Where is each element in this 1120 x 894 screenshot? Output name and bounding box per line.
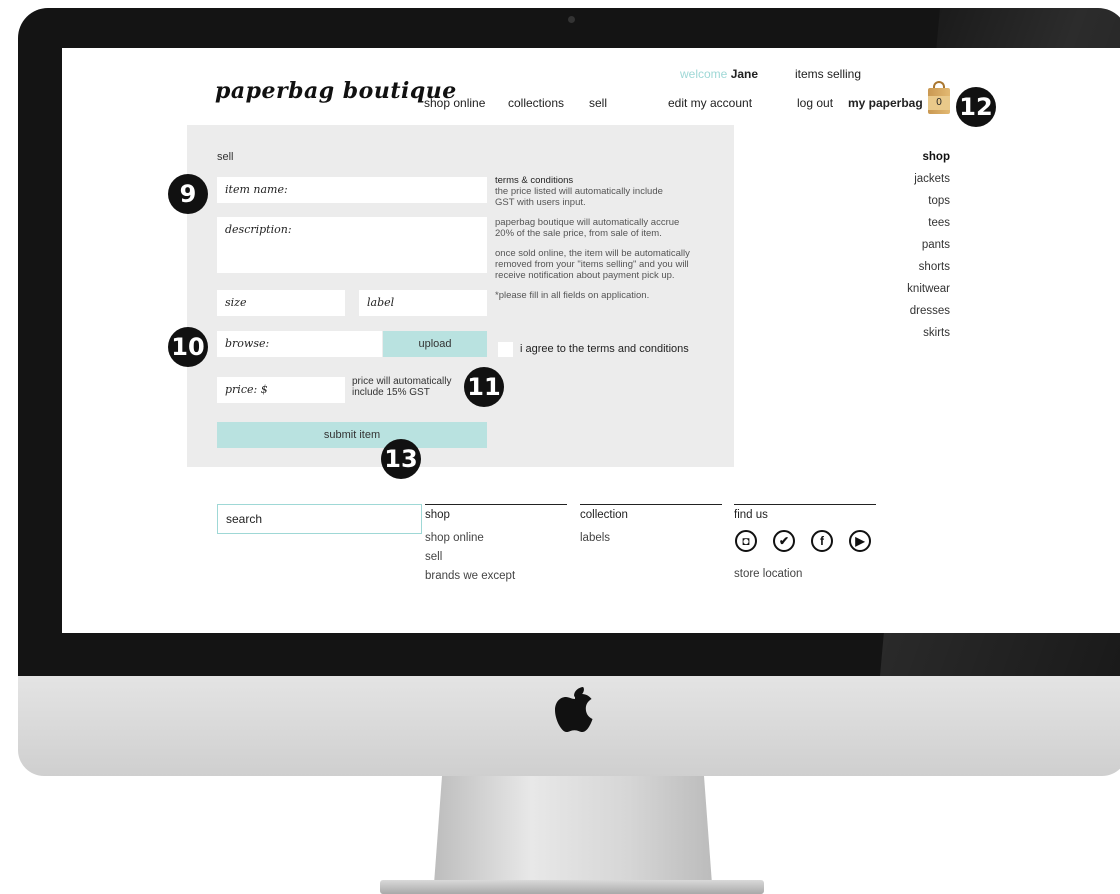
item-name-input[interactable]: item name: — [217, 177, 487, 203]
terms-line: removed from your "items selling" and yo… — [495, 259, 689, 270]
price-note-line: include 15% GST — [352, 387, 430, 398]
store-location-link[interactable]: store location — [734, 568, 802, 580]
callout-badge: 11 — [464, 367, 504, 407]
callout-badge: 10 — [168, 327, 208, 367]
terms-block: terms & conditions the price listed will… — [495, 175, 725, 301]
sidebar-item-shorts[interactable]: shorts — [862, 261, 950, 273]
callout-badge: 12 — [956, 87, 996, 127]
footer-divider — [580, 504, 722, 505]
sidebar-item-pants[interactable]: pants — [862, 239, 950, 251]
welcome-text: welcome Jane — [680, 67, 758, 81]
items-selling-link[interactable]: items selling — [795, 67, 861, 81]
apple-logo-icon — [553, 683, 597, 735]
youtube-icon[interactable]: ▶ — [849, 530, 871, 552]
terms-line: *please fill in all fields on applicatio… — [495, 290, 650, 301]
footer-divider — [425, 504, 567, 505]
footer-link-brands[interactable]: brands we except — [425, 570, 515, 582]
footer-collection-title: collection — [580, 509, 628, 521]
camera-icon — [568, 16, 575, 23]
footer-link-labels[interactable]: labels — [580, 532, 610, 544]
screen: paperbag boutique shop online collection… — [62, 48, 1120, 633]
instagram-icon[interactable]: ◘ — [735, 530, 757, 552]
agree-label[interactable]: i agree to the terms and conditions — [520, 343, 689, 355]
callout-badge: 9 — [168, 174, 208, 214]
twitter-icon[interactable]: ✔ — [773, 530, 795, 552]
monitor-stand-base — [380, 880, 764, 894]
footer-divider — [734, 504, 876, 505]
description-input[interactable]: description: — [217, 217, 487, 273]
sell-heading: sell — [217, 151, 234, 163]
terms-line: paperbag boutique will automatically acc… — [495, 217, 680, 228]
log-out-link[interactable]: log out — [797, 96, 833, 110]
sidebar-item-tees[interactable]: tees — [862, 217, 950, 229]
price-note-line: price will automatically — [352, 376, 452, 387]
edit-account-link[interactable]: edit my account — [668, 96, 752, 110]
welcome-prefix: welcome — [680, 67, 728, 81]
callout-badge: 13 — [381, 439, 421, 479]
terms-line: receive notification about payment pick … — [495, 270, 675, 281]
terms-line: the price listed will automatically incl… — [495, 186, 663, 197]
sidebar-title[interactable]: shop — [862, 151, 950, 163]
upload-button[interactable]: upload — [383, 331, 487, 357]
price-input[interactable]: price: $ — [217, 377, 345, 403]
nav-collections[interactable]: collections — [508, 96, 564, 110]
terms-title: terms & conditions — [495, 175, 574, 186]
sidebar-item-skirts[interactable]: skirts — [862, 327, 950, 339]
footer-link-sell[interactable]: sell — [425, 551, 442, 563]
label-input[interactable]: label — [359, 290, 487, 316]
facebook-icon[interactable]: f — [811, 530, 833, 552]
nav-shop-online[interactable]: shop online — [424, 96, 485, 110]
user-name: Jane — [730, 67, 759, 81]
sidebar-item-knitwear[interactable]: knitwear — [862, 283, 950, 295]
sidebar-item-dresses[interactable]: dresses — [862, 305, 950, 317]
footer-link-shop-online[interactable]: shop online — [425, 532, 484, 544]
browse-input[interactable]: browse: — [217, 331, 382, 357]
my-paperbag-link[interactable]: my paperbag — [848, 96, 923, 110]
sidebar-item-jackets[interactable]: jackets — [862, 173, 950, 185]
size-input[interactable]: size — [217, 290, 345, 316]
agree-checkbox[interactable] — [498, 342, 513, 357]
sidebar-item-tops[interactable]: tops — [862, 195, 950, 207]
nav-sell[interactable]: sell — [589, 96, 607, 110]
submit-item-button[interactable]: submit item — [217, 422, 487, 448]
terms-line: once sold online, the item will be autom… — [495, 248, 690, 259]
price-note: price will automatically include 15% GST — [352, 376, 451, 398]
bag-count-badge: 0 — [928, 96, 950, 110]
monitor-stand — [434, 776, 712, 884]
terms-line: GST with users input. — [495, 197, 586, 208]
search-input[interactable]: search — [217, 504, 422, 534]
footer-findus-title: find us — [734, 509, 768, 521]
site-logo[interactable]: paperbag boutique — [215, 78, 457, 104]
footer-shop-title: shop — [425, 509, 450, 521]
terms-line: 20% of the sale price, from sale of item… — [495, 228, 662, 239]
